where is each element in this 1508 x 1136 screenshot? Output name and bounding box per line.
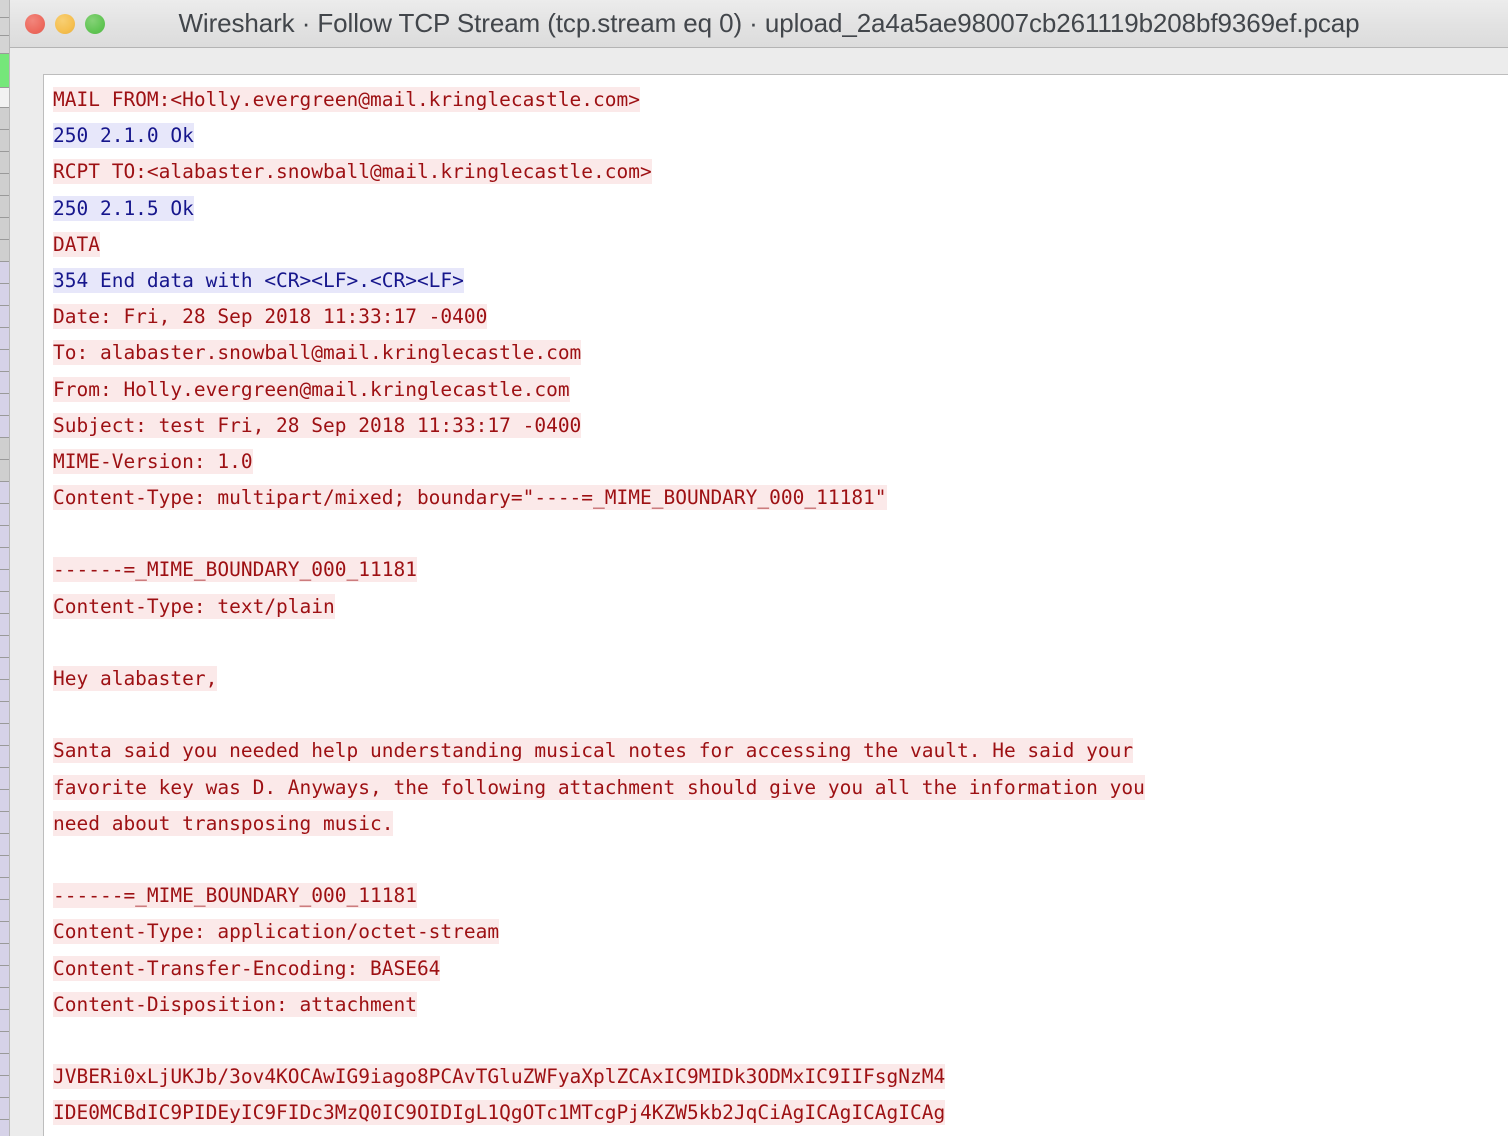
stream-line-text: MAIL FROM:<Holly.evergreen@mail.kringlec… xyxy=(53,87,640,112)
stream-line-text: 354 End data with <CR><LF>.<CR><LF> xyxy=(53,267,464,293)
stream-line-text: Hey alabaster, xyxy=(53,666,218,691)
stream-line-text: Date: Fri, 28 Sep 2018 11:33:17 -0400 xyxy=(53,304,488,330)
stream-line-text: 250 2.1.5 Ok xyxy=(53,195,194,221)
stream-line-blank xyxy=(53,625,1508,661)
zoom-window-button[interactable] xyxy=(85,13,105,34)
minimize-window-button[interactable] xyxy=(55,13,75,34)
stream-line-text: RCPT TO:<alabaster.snowball@mail.kringle… xyxy=(53,159,652,185)
stream-line-server: 354 End data with <CR><LF>.<CR><LF> xyxy=(53,263,1508,299)
stream-content-pane[interactable]: MAIL FROM:<Holly.evergreen@mail.kringlec… xyxy=(43,74,1508,1136)
stream-line-client: Date: Fri, 28 Sep 2018 11:33:17 -0400 xyxy=(53,299,1508,335)
dialog-body: MAIL FROM:<Holly.evergreen@mail.kringlec… xyxy=(10,48,1508,1136)
stream-line-text: Content-Type: text/plain xyxy=(53,593,335,619)
stream-line-text: favorite key was D. Anyways, the followi… xyxy=(53,774,1145,800)
stream-line-text: To: alabaster.snowball@mail.kringlecastl… xyxy=(53,340,582,366)
stream-line-client: Content-Disposition: attachment xyxy=(53,987,1508,1023)
follow-tcp-stream-dialog: Wireshark · Follow TCP Stream (tcp.strea… xyxy=(9,0,1508,1136)
stream-line-text xyxy=(53,702,65,727)
stream-line-text: From: Holly.evergreen@mail.kringlecastle… xyxy=(53,376,570,402)
stream-line-client: Hey alabaster, xyxy=(53,661,1508,697)
stream-line-blank xyxy=(53,516,1508,552)
stream-line-text xyxy=(53,521,65,546)
close-window-button[interactable] xyxy=(25,13,45,34)
stream-line-client: Content-Type: text/plain xyxy=(53,589,1508,625)
window-title: Wireshark · Follow TCP Stream (tcp.strea… xyxy=(178,8,1360,38)
stream-text[interactable]: MAIL FROM:<Holly.evergreen@mail.kringlec… xyxy=(44,75,1508,1131)
stream-line-text: Santa said you needed help understanding… xyxy=(53,738,1134,764)
stream-line-text: DATA xyxy=(53,231,100,257)
stream-line-client: ------=_MIME_BOUNDARY_000_11181 xyxy=(53,878,1508,914)
stream-line-client: ------=_MIME_BOUNDARY_000_11181 xyxy=(53,552,1508,588)
stream-line-text: 250 2.1.0 Ok xyxy=(53,123,194,149)
stream-line-text: Content-Type: application/octet-stream xyxy=(53,919,500,945)
stream-line-client: Content-Type: application/octet-stream xyxy=(53,914,1508,950)
stream-line-server: 250 2.1.0 Ok xyxy=(53,118,1508,154)
stream-line-client: need about transposing music. xyxy=(53,806,1508,842)
stream-line-client: favorite key was D. Anyways, the followi… xyxy=(53,770,1508,806)
stream-line-client: JVBERi0xLjUKJb/3ov4KOCAwIG9iago8PCAvTGlu… xyxy=(53,1059,1508,1095)
stream-line-text: MIME-Version: 1.0 xyxy=(53,448,253,474)
stream-line-client: DATA xyxy=(53,227,1508,263)
stream-line-client: Content-Transfer-Encoding: BASE64 xyxy=(53,951,1508,987)
stream-line-text: Content-Type: multipart/mixed; boundary=… xyxy=(53,485,887,511)
stream-line-text xyxy=(53,630,65,655)
stream-line-text: Content-Disposition: attachment xyxy=(53,991,417,1017)
stream-line-client: To: alabaster.snowball@mail.kringlecastl… xyxy=(53,335,1508,371)
stream-line-text: Content-Transfer-Encoding: BASE64 xyxy=(53,955,441,981)
stream-line-blank xyxy=(53,697,1508,733)
stream-line-client: From: Holly.evergreen@mail.kringlecastle… xyxy=(53,372,1508,408)
stream-line-text: ------=_MIME_BOUNDARY_000_11181 xyxy=(53,557,417,583)
stream-line-client: IDE0MCBdIC9PIDEyIC9FIDc3MzQ0IC9OIDIgL1Qg… xyxy=(53,1095,1508,1131)
stream-line-client: MIME-Version: 1.0 xyxy=(53,444,1508,480)
stream-line-client: Content-Type: multipart/mixed; boundary=… xyxy=(53,480,1508,516)
stream-line-text: ------=_MIME_BOUNDARY_000_11181 xyxy=(53,883,417,909)
stream-line-blank xyxy=(53,842,1508,878)
stream-line-client: Subject: test Fri, 28 Sep 2018 11:33:17 … xyxy=(53,408,1508,444)
stream-line-server: 250 2.1.5 Ok xyxy=(53,191,1508,227)
stream-line-text: Subject: test Fri, 28 Sep 2018 11:33:17 … xyxy=(53,412,582,438)
stream-line-client: Santa said you needed help understanding… xyxy=(53,733,1508,769)
window-controls xyxy=(25,0,105,47)
window-titlebar[interactable]: Wireshark · Follow TCP Stream (tcp.strea… xyxy=(10,0,1508,48)
stream-line-blank xyxy=(53,1023,1508,1059)
stream-line-text xyxy=(53,847,65,872)
stream-line-text: need about transposing music. xyxy=(53,810,394,836)
stream-line-text: JVBERi0xLjUKJb/3ov4KOCAwIG9iago8PCAvTGlu… xyxy=(53,1064,946,1090)
stream-line-client: MAIL FROM:<Holly.evergreen@mail.kringlec… xyxy=(53,82,1508,118)
stream-line-text xyxy=(53,1028,65,1053)
stream-line-text: IDE0MCBdIC9PIDEyIC9FIDc3MzQ0IC9OIDIgL1Qg… xyxy=(53,1100,946,1126)
stream-line-client: RCPT TO:<alabaster.snowball@mail.kringle… xyxy=(53,154,1508,190)
